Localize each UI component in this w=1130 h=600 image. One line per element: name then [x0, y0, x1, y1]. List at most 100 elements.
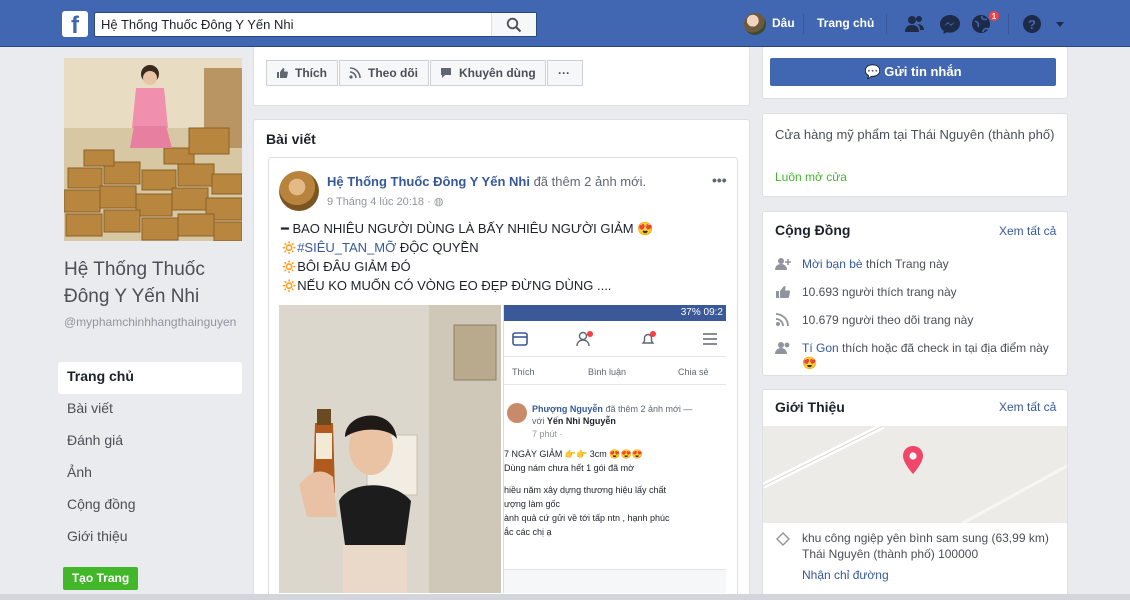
phone-post-line: ành quả cứ gửi về tới tấp ntn , hạnh phú…: [504, 513, 670, 523]
divider: [886, 14, 887, 34]
post-text-line: 🔅BÔI ĐÂU GIẢM ĐÓ: [281, 259, 411, 275]
about-see-all-link[interactable]: Xem tất cả: [999, 400, 1056, 414]
post-photo-2[interactable]: 37% 09:2 Thích Bình luận Chia sẻ Phượng …: [503, 305, 726, 593]
phone-status-bar: 37% 09:2: [504, 305, 726, 321]
phone-post-line: ượng làm gốc: [504, 499, 560, 509]
send-message-button[interactable]: 💬 Gửi tin nhắn: [770, 58, 1056, 86]
post-text-line: ━ BAO NHIÊU NGƯỜI DÙNG LÀ BẤY NHIÊU NGƯỜ…: [281, 221, 654, 236]
nav-item-about[interactable]: Giới thiệu: [58, 522, 242, 554]
search-button[interactable]: [491, 13, 536, 36]
page-name[interactable]: Hệ Thống Thuốc Đông Y Yến Nhi: [64, 256, 244, 310]
follow-page-button[interactable]: Theo dõi: [339, 60, 429, 86]
account-dropdown-chevron-icon[interactable]: [1053, 13, 1067, 35]
divider: [1008, 14, 1009, 34]
globe-privacy-icon: ◍: [433, 196, 444, 208]
post-text-line: 🔅#SIÊU_TAN_MỠ ĐỘC QUYỀN: [281, 240, 479, 256]
community-invite-row: Mời bạn bè thích Trang này: [775, 257, 1055, 273]
user-avatar[interactable]: [744, 13, 766, 35]
post-photo-1-image: [279, 305, 501, 593]
top-navigation-bar: f Dâu Trang chủ 1 ?: [0, 0, 1130, 47]
sun-emoji-icon: 🔅: [281, 240, 298, 255]
nav-item-reviews[interactable]: Đánh giá: [58, 426, 242, 458]
rss-follow-icon: [775, 313, 789, 327]
post-time-text: 9 Tháng 4 lúc 20:18 ·: [327, 196, 434, 208]
map-image: [763, 426, 1067, 523]
phone-post-time: 7 phút ·: [532, 429, 563, 439]
page-username[interactable]: @myphamchinhhangthainguyen: [64, 314, 244, 330]
posts-section-title: Bài viết: [266, 131, 316, 147]
heart-eyes-emoji-icon: 😍: [802, 356, 817, 370]
phone-feed-icon: [512, 332, 528, 346]
checkin-friend-link[interactable]: Tí Gon: [802, 341, 839, 355]
bottom-edge: [0, 594, 1130, 600]
checkin-people-icon: [775, 342, 790, 354]
search-input[interactable]: [101, 15, 491, 34]
profile-photo-image: [64, 58, 242, 241]
follow-page-label: Theo dõi: [368, 66, 418, 80]
thumbs-up-icon: [277, 68, 288, 78]
phone-comment-label: Bình luận: [588, 367, 627, 377]
invite-friends-icon: [775, 258, 791, 270]
user-name-link[interactable]: Dâu: [772, 16, 795, 30]
svg-text:?: ?: [1028, 17, 1036, 32]
more-actions-button[interactable]: ···: [547, 60, 583, 86]
phone-post-header: Phượng Nguyễn đã thêm 2 ảnh mới — với Yế…: [532, 403, 702, 427]
post-text-fragment: NẾU KO MUỐN CÓ VÒNG EO ĐẸP ĐỪNG DÙNG ...…: [297, 278, 612, 293]
phone-menu-icon: [703, 333, 717, 345]
search-box: [94, 12, 537, 37]
nav-item-posts[interactable]: Bài viết: [58, 394, 242, 426]
community-follows-row: 10.679 người theo dõi trang này: [775, 313, 1055, 329]
like-page-button[interactable]: Thích: [266, 60, 338, 86]
page-address: khu công ngiệp yên bình sam sung (63,99 …: [802, 531, 1049, 561]
post-text-fragment: ĐỘC QUYỀN: [396, 240, 479, 255]
messenger-bubble-icon: 💬: [864, 64, 881, 79]
create-page-button[interactable]: Tạo Trang: [63, 567, 138, 590]
recommend-page-button[interactable]: Khuyên dùng: [430, 60, 546, 86]
phone-post-content: Phượng Nguyễn đã thêm 2 ảnh mới — với Yế…: [504, 389, 726, 593]
nav-item-community[interactable]: Cộng đồng: [58, 490, 242, 522]
location-map[interactable]: [763, 426, 1067, 523]
post-timestamp[interactable]: 9 Tháng 4 lúc 20:18 · ◍: [327, 195, 443, 208]
post-photo-1[interactable]: [279, 305, 501, 593]
post-options-button[interactable]: •••: [712, 172, 727, 188]
follows-count-text: 10.679 người theo dõi trang này: [802, 313, 974, 327]
post-header: Hệ Thống Thuốc Đông Y Yến Nhi đã thêm 2 …: [327, 174, 646, 189]
more-actions-label: ···: [558, 66, 570, 80]
invite-friends-link[interactable]: Mời bạn bè: [802, 257, 863, 271]
phone-post-author: Phượng Nguyễn: [532, 404, 603, 414]
recommend-page-label: Khuyên dùng: [459, 66, 536, 80]
help-icon[interactable]: ?: [1020, 13, 1044, 35]
messenger-icon[interactable]: [938, 13, 962, 35]
home-link[interactable]: Trang chủ: [817, 16, 874, 30]
phone-post-line: Dùng nám chưa hết 1 gói đã mờ: [504, 463, 634, 473]
thumbs-up-icon: [776, 286, 791, 298]
nav-item-home[interactable]: Trang chủ: [58, 362, 242, 394]
sun-emoji-icon: 🔅: [281, 278, 298, 293]
directions-diamond-icon: [776, 532, 790, 546]
hashtag-link[interactable]: #SIÊU_TAN_MỠ: [297, 240, 396, 255]
get-directions-link[interactable]: Nhận chỉ đường: [802, 568, 889, 582]
like-page-label: Thích: [295, 66, 327, 80]
facebook-logo-icon[interactable]: f: [62, 11, 88, 37]
send-message-label: Gửi tin nhắn: [884, 64, 962, 79]
phone-share-label: Chia sẻ: [678, 367, 709, 377]
speech-bubble-icon: [441, 68, 451, 78]
phone-friends-icon: [576, 331, 593, 347]
post-author-avatar[interactable]: [279, 171, 319, 211]
phone-post-tagged: Yến Nhi Nguyễn: [546, 416, 616, 426]
community-see-all-link[interactable]: Xem tất cả: [999, 224, 1056, 238]
friend-requests-icon[interactable]: [903, 13, 927, 35]
page-profile-photo[interactable]: [64, 58, 242, 241]
phone-post-line: ắc các chị ạ: [504, 527, 552, 537]
post-author-link[interactable]: Hệ Thống Thuốc Đông Y Yến Nhi: [327, 174, 530, 189]
open-status: Luôn mở cửa: [775, 170, 847, 184]
search-icon: [506, 17, 522, 33]
phone-like-label: Thích: [512, 367, 535, 377]
post-action-text: đã thêm 2 ảnh mới.: [533, 174, 647, 189]
nav-item-photos[interactable]: Ảnh: [58, 458, 242, 490]
phone-tab-bar: [504, 321, 726, 357]
phone-status-text: 37% 09:2: [680, 307, 723, 318]
community-title: Cộng Đồng: [775, 222, 851, 238]
divider: [803, 14, 804, 34]
rss-follow-icon: [349, 67, 361, 79]
